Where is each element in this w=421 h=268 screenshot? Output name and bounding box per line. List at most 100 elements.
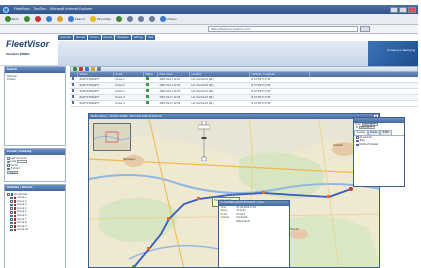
- route-marker[interactable]: [197, 197, 200, 200]
- toolbar-button[interactable]: Favorites: [89, 15, 113, 23]
- row-checkbox[interactable]: [71, 95, 74, 98]
- toolbar-button-label: Back: [11, 17, 19, 21]
- add-icon[interactable]: [73, 67, 77, 71]
- table-cell-status: [144, 100, 158, 107]
- layer-checkbox[interactable]: [356, 143, 359, 147]
- vehicle-icon: [13, 203, 16, 207]
- nav-tab[interactable]: Help: [146, 35, 156, 40]
- toolbar-button[interactable]: [147, 15, 156, 23]
- period-checkbox[interactable]: [7, 164, 10, 167]
- date-radio[interactable]: [7, 160, 10, 164]
- row-checkbox[interactable]: [71, 89, 74, 92]
- search-option[interactable]: Drivers: [7, 78, 63, 82]
- status-icon: [145, 88, 149, 92]
- close-icon[interactable]: [408, 6, 416, 13]
- row-checkbox[interactable]: [71, 77, 74, 80]
- search-panel: Search Vehicles Drivers: [4, 66, 66, 146]
- maximize-icon[interactable]: [399, 6, 407, 13]
- toolbar-button[interactable]: [114, 15, 123, 23]
- nav-tab[interactable]: Messages: [115, 35, 131, 40]
- export-icon[interactable]: [91, 67, 95, 71]
- vehicle-icon: [13, 211, 16, 214]
- layer-checkbox[interactable]: [356, 139, 359, 143]
- layers-panel: From 2007-04-17 To 2007-04-17 Overlay Rout…: [353, 117, 405, 187]
- row-checkbox[interactable]: [71, 83, 74, 86]
- overview-map-drawing: [93, 131, 133, 143]
- header-band: Knowing is deploying: [58, 41, 418, 66]
- table-row[interactable]: ZAAFY47D0A0TT Driver 5 2007-04-17 12:05 Lot…: [70, 100, 418, 107]
- apply-button[interactable]: Apply: [7, 170, 19, 175]
- table-cell-time: 2007-04-17 12:05: [159, 101, 181, 105]
- toolbar-button[interactable]: [33, 15, 42, 23]
- status-icon: [145, 100, 149, 104]
- toolbar-button[interactable]: [22, 15, 31, 23]
- tab-overlay[interactable]: Overlay: [354, 130, 368, 135]
- toolbar-button[interactable]: [55, 15, 64, 23]
- row-checkbox[interactable]: [71, 101, 74, 104]
- toolbar-button[interactable]: [125, 15, 134, 23]
- tab-traffic[interactable]: Traffic: [380, 130, 392, 135]
- tree-checkbox[interactable]: [10, 196, 13, 200]
- minimize-icon[interactable]: [390, 6, 398, 13]
- tree-checkbox[interactable]: [10, 218, 13, 221]
- map-window: Route history – TomTom WORK – Microsoft …: [88, 113, 380, 268]
- row-select-cell[interactable]: [70, 101, 78, 107]
- home-icon: [56, 16, 63, 22]
- go-button[interactable]: [360, 26, 370, 32]
- nav-tab[interactable]: Vehicles: [73, 35, 88, 40]
- toolbar-button[interactable]: [136, 15, 145, 23]
- video-icon: [159, 16, 166, 22]
- tree-checkbox[interactable]: [7, 193, 10, 196]
- tree-checkbox[interactable]: [10, 207, 13, 210]
- period-radio[interactable]: [7, 157, 10, 160]
- table-cell-coords: N 51°48' E 4°39': [251, 101, 271, 105]
- vehicle-icon: [13, 214, 16, 218]
- tree-checkbox[interactable]: [10, 211, 13, 214]
- status-icon: [145, 76, 149, 80]
- refresh-icon[interactable]: [85, 67, 89, 71]
- toolbar-button[interactable]: Videos: [158, 15, 178, 23]
- vehicle-popup: 07-09-2009 | ZAAFY47D0A0TT | Truck Time 0…: [218, 200, 290, 267]
- address-input[interactable]: https://fleetvisor.tomtom.com/: [208, 26, 358, 32]
- left-sidebar: Search Vehicles Drivers Period / trackin…: [4, 66, 66, 268]
- route-marker[interactable]: [262, 191, 265, 194]
- tree-item[interactable]: Group 10: [7, 228, 63, 232]
- to-date-input[interactable]: 2007-04-17: [358, 126, 375, 129]
- toolbar-button[interactable]: Search: [66, 15, 86, 23]
- address-bar: https://fleetvisor.tomtom.com/: [0, 25, 418, 34]
- zoom-slider[interactable]: [197, 120, 211, 162]
- vehicle-icon: [13, 196, 16, 200]
- forward-arrow-icon: [23, 16, 30, 22]
- tree-checkbox[interactable]: [10, 225, 13, 228]
- print-icon[interactable]: [97, 67, 101, 71]
- nav-tab[interactable]: Reports: [101, 35, 115, 40]
- table-cell-driver: Driver 5: [115, 101, 125, 105]
- vehicle-icon: [13, 228, 16, 232]
- tree-checkbox[interactable]: [10, 203, 13, 207]
- refresh-icon: [45, 16, 52, 22]
- nav-tab[interactable]: Drivers: [88, 35, 101, 40]
- tab-routes[interactable]: Routes: [367, 130, 381, 135]
- nav-tab[interactable]: Settings: [131, 35, 146, 40]
- from-date-input[interactable]: 2007-04-17: [361, 122, 378, 126]
- toolbar-button[interactable]: [44, 15, 53, 23]
- zoom-control[interactable]: [197, 120, 211, 162]
- date-input[interactable]: [17, 160, 28, 164]
- nav-tab[interactable]: Overview: [58, 35, 73, 40]
- route-marker[interactable]: [167, 217, 170, 220]
- layer-checkbox[interactable]: [356, 136, 359, 139]
- browser-title: FleetVisor – TomTom – Microsoft Internet…: [14, 7, 93, 11]
- tree-checkbox[interactable]: [10, 200, 13, 203]
- tree-checkbox[interactable]: [10, 228, 13, 232]
- route-marker[interactable]: [327, 195, 330, 198]
- route-end-icon[interactable]: [349, 187, 353, 191]
- route-marker[interactable]: [147, 247, 150, 250]
- favorites-star-icon: [90, 16, 97, 22]
- browser-toolbar: Back Search Favorites Videos: [0, 14, 418, 25]
- delete-icon[interactable]: [79, 67, 83, 71]
- toolbar-button[interactable]: Back: [3, 15, 20, 23]
- overview-map[interactable]: [93, 123, 133, 151]
- tree-checkbox[interactable]: [10, 214, 13, 218]
- to-label: To: [355, 125, 358, 129]
- tree-checkbox[interactable]: [10, 221, 13, 225]
